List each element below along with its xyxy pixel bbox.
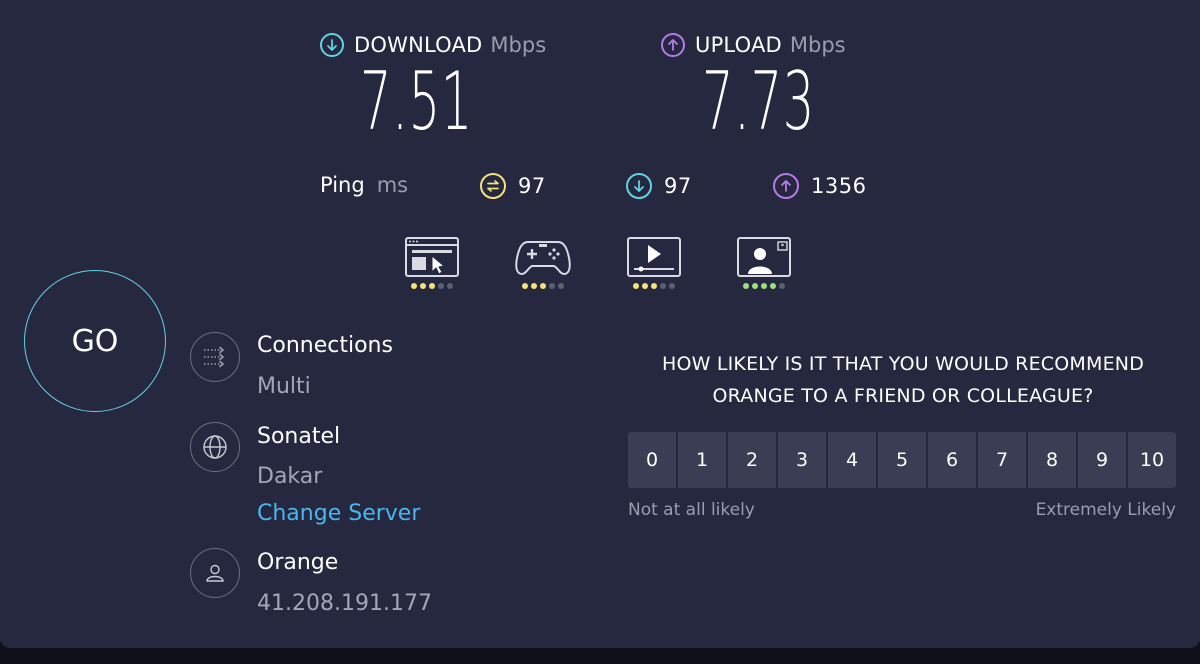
quality-rating (734, 283, 794, 289)
gaming-icon (515, 241, 571, 276)
survey-question: HOW LIKELY IS IT THAT YOU WOULD RECOMMEN… (620, 348, 1186, 412)
scale-option-2[interactable]: 2 (728, 432, 778, 488)
survey-scale: 0 1 2 3 4 5 6 7 8 9 10 (628, 432, 1176, 488)
video-streaming-icon (627, 237, 681, 277)
scale-option-0[interactable]: 0 (628, 432, 678, 488)
connections-icon[interactable] (190, 332, 240, 382)
ping-download: 97 (626, 173, 692, 199)
download-unit: Mbps (490, 33, 547, 57)
scale-option-3[interactable]: 3 (778, 432, 828, 488)
server-name: Sonatel (257, 424, 341, 449)
ping-unit: ms (376, 173, 409, 197)
survey-question-line2: ORANGE TO A FRIEND OR COLLEAGUE? (712, 385, 1094, 407)
video-chat-icon (737, 237, 791, 277)
web-browsing-icon (405, 237, 459, 277)
quality-rating (513, 283, 573, 289)
scale-high-label: Extremely Likely (1035, 500, 1176, 520)
ping-label: Ping (320, 173, 365, 197)
connections-title: Connections (257, 333, 393, 358)
go-button[interactable]: GO (24, 270, 166, 412)
download-value: 7.51 (360, 55, 473, 148)
download-arrow-icon (320, 33, 344, 57)
upload-title: UPLOAD (695, 33, 782, 57)
isp-name: Orange (257, 550, 339, 575)
ping-download-value: 97 (664, 174, 692, 198)
ping-idle: 97 (480, 173, 546, 199)
scale-option-5[interactable]: 5 (878, 432, 928, 488)
scale-option-9[interactable]: 9 (1078, 432, 1128, 488)
user-icon (190, 548, 240, 598)
download-latency-icon (626, 173, 652, 199)
ping-upload-value: 1356 (811, 174, 867, 198)
ping-upload: 1356 (773, 173, 866, 199)
quality-web-browsing[interactable] (402, 236, 462, 289)
upload-value: 7.73 (702, 55, 815, 148)
scale-option-1[interactable]: 1 (678, 432, 728, 488)
scale-option-6[interactable]: 6 (928, 432, 978, 488)
quality-video-streaming[interactable] (624, 236, 684, 289)
download-title: DOWNLOAD (354, 33, 483, 57)
ping-idle-icon (480, 173, 506, 199)
upload-latency-icon (773, 173, 799, 199)
result-panel: DOWNLOAD Mbps 7.51 UPLOAD Mbps 7.73 Ping… (0, 0, 1200, 648)
quality-gaming[interactable] (513, 236, 573, 289)
ping-label-group: Ping ms (320, 173, 408, 197)
quality-video-chat[interactable] (734, 236, 794, 289)
scale-option-8[interactable]: 8 (1028, 432, 1078, 488)
isp-ip: 41.208.191.177 (257, 591, 432, 616)
scale-option-10[interactable]: 10 (1128, 432, 1176, 488)
scale-low-label: Not at all likely (628, 500, 755, 520)
scale-option-7[interactable]: 7 (978, 432, 1028, 488)
connections-value: Multi (257, 374, 311, 399)
globe-icon (190, 422, 240, 472)
scale-option-4[interactable]: 4 (828, 432, 878, 488)
ping-idle-value: 97 (518, 174, 546, 198)
upload-arrow-icon (661, 33, 685, 57)
server-location: Dakar (257, 464, 323, 489)
quality-rating (624, 283, 684, 289)
change-server-link[interactable]: Change Server (257, 501, 420, 526)
upload-unit: Mbps (789, 33, 846, 57)
survey-question-line1: HOW LIKELY IS IT THAT YOU WOULD RECOMMEN… (661, 353, 1145, 375)
quality-rating (402, 283, 462, 289)
